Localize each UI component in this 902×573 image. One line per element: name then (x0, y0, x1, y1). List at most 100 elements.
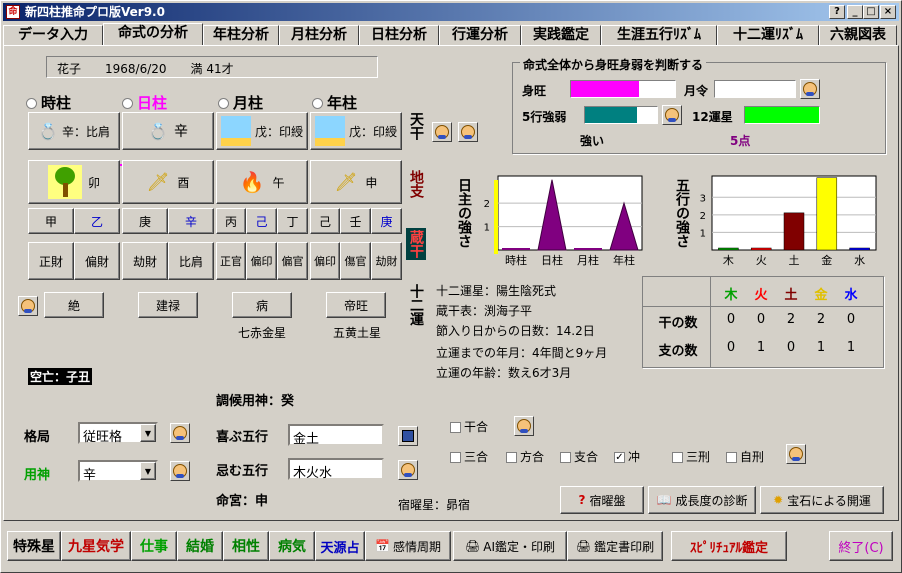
kibi-field[interactable]: 金土 (288, 424, 384, 447)
day-stem-button[interactable]: 💍 辛 (122, 112, 214, 150)
kekkon-button[interactable]: 結婚 (177, 531, 223, 561)
hour-pillar-header[interactable]: 時柱 (26, 92, 71, 113)
shigou-checkbox[interactable]: 支合 (560, 448, 598, 465)
kangou-checkbox[interactable]: 干合 (450, 418, 488, 435)
exit-button[interactable]: 終了(C) (829, 531, 893, 561)
chevron-down-icon[interactable]: ▼ (140, 424, 156, 442)
hour-branch-button[interactable]: 卯 (28, 160, 120, 204)
person-icon-button-2[interactable] (458, 122, 478, 142)
hidden-stem-month-2[interactable]: 己 (246, 208, 277, 234)
month-stem-button[interactable]: 戊：印綬 (216, 112, 308, 150)
juniun-hour-button[interactable]: 絶 (44, 292, 104, 318)
kakkyoku-select[interactable]: 従旺格 ▼ (78, 422, 158, 445)
tab-kouun[interactable]: 行運分析 (439, 25, 521, 45)
god-year-3[interactable]: 劫財 (371, 242, 402, 280)
help-button[interactable]: ? (829, 5, 845, 19)
chuu-checkbox[interactable]: ✓ 冲 (614, 448, 640, 465)
god-hour-2[interactable]: 偏財 (74, 242, 120, 280)
youjin-select[interactable]: 辛 ▼ (78, 460, 158, 483)
person-icon-button-6[interactable] (170, 423, 190, 443)
book-icon-button[interactable] (398, 426, 418, 446)
tokushusei-button[interactable]: 特殊星 (7, 531, 61, 561)
person-icon-button-7[interactable] (170, 461, 190, 481)
person-icon-button-10[interactable] (786, 444, 806, 464)
month-branch-button[interactable]: 🔥 午 (216, 160, 308, 204)
hidden-stem-month-1[interactable]: 丙 (216, 208, 246, 234)
god-year-2[interactable]: 傷官 (340, 242, 371, 280)
chevron-down-icon[interactable]: ▼ (140, 462, 156, 480)
hidden-stem-year-1[interactable]: 己 (310, 208, 340, 234)
seichou-button[interactable]: 📖 成長度の診断 (648, 486, 756, 514)
tab-gogyou-rhythm[interactable]: 生涯五行ﾘｽﾞﾑ (601, 25, 717, 45)
person-icon-button-5[interactable] (662, 105, 682, 125)
tab-getchu[interactable]: 月柱分析 (279, 25, 359, 45)
jikei-checkbox[interactable]: 自刑 (726, 448, 764, 465)
god-month-2[interactable]: 偏印 (246, 242, 277, 280)
tab-juniun-rhythm[interactable]: 十二運ﾘｽﾞﾑ (717, 25, 819, 45)
hour-stem-button[interactable]: 💍 辛：比肩 (28, 112, 120, 150)
day-pillar-header[interactable]: 日柱 (122, 92, 167, 113)
app-icon: 命 (6, 5, 20, 19)
person-icon-button-8[interactable] (398, 460, 418, 480)
sangou-checkbox[interactable]: 三合 (450, 448, 488, 465)
kyusei-button[interactable]: 九星気学 (61, 531, 131, 561)
hougou-checkbox[interactable]: 方合 (506, 448, 544, 465)
person-icon-button-3[interactable] (18, 296, 38, 316)
year-pillar-header[interactable]: 年柱 (312, 92, 357, 113)
byouki-button[interactable]: 病気 (269, 531, 315, 561)
god-month-3[interactable]: 偏官 (277, 242, 308, 280)
sun-icon: ✹ (773, 493, 784, 507)
houseki-button[interactable]: ✹ 宝石による開運 (760, 486, 884, 514)
tab-rokushin[interactable]: 六親図表 (819, 25, 897, 45)
hidden-stem-hour-2[interactable]: 乙 (74, 208, 120, 234)
hidden-stem-hour-1[interactable]: 甲 (28, 208, 74, 234)
tab-nicchu[interactable]: 日柱分析 (359, 25, 439, 45)
close-button[interactable]: × (880, 5, 896, 19)
month-pillar-header[interactable]: 月柱 (218, 92, 263, 113)
hidden-stem-year-2[interactable]: 壬 (340, 208, 371, 234)
juniun-day-button[interactable]: 建禄 (138, 292, 198, 318)
hidden-stem-day-2[interactable]: 辛 (168, 208, 214, 234)
imu-field[interactable]: 木火水 (288, 458, 384, 481)
tab-nenchu[interactable]: 年柱分析 (203, 25, 279, 45)
god-month-1[interactable]: 正官 (216, 242, 246, 280)
hidden-stem-month-3[interactable]: 丁 (277, 208, 308, 234)
row1-fire: 0 (756, 312, 766, 327)
hidden-stem-year-3[interactable]: 庚 (371, 208, 402, 234)
juniun-label: 十二運 (408, 284, 424, 326)
god-hour-1[interactable]: 正財 (28, 242, 74, 280)
sankei-checkbox[interactable]: 三刑 (672, 448, 710, 465)
bar (750, 247, 772, 251)
juniun-month-button[interactable]: 病 (232, 292, 292, 318)
god-year-1[interactable]: 偏印 (310, 242, 340, 280)
year-stem-button[interactable]: 戊：印綬 (310, 112, 402, 150)
person-icon-button-4[interactable] (800, 79, 820, 99)
x-tick-label: 年柱 (613, 253, 635, 267)
maximize-button[interactable]: □ (863, 5, 879, 19)
person-icon (803, 82, 817, 96)
kanjou-button[interactable]: 📅 感情周期 (365, 531, 451, 561)
hidden-stem-day-1[interactable]: 庚 (122, 208, 168, 234)
gogyou-chart: 1 2 3 木 火 土 金 水 (700, 175, 877, 267)
god-day-2[interactable]: 比肩 (168, 242, 214, 280)
aishou-button[interactable]: 相性 (223, 531, 269, 561)
spiritual-button[interactable]: ｽﾋﾟﾘﾁｭｱﾙ鑑定 (671, 531, 787, 561)
minimize-button[interactable]: _ (847, 5, 863, 19)
tab-jissen[interactable]: 実践鑑定 (521, 25, 601, 45)
tab-data-input[interactable]: データ入力 (3, 25, 103, 45)
tab-meishiki[interactable]: 命式の分析 (103, 23, 203, 45)
sukuyou-button[interactable]: ? 宿曜盤 (560, 486, 644, 514)
person-icon-button-9[interactable] (514, 416, 534, 436)
person-icon (789, 447, 803, 461)
juniun-year-button[interactable]: 帝旺 (326, 292, 386, 318)
kanteisho-button[interactable]: 🖨 鑑定書印刷 (567, 531, 663, 561)
tengen-button[interactable]: 天源占 (315, 531, 365, 561)
god-day-1[interactable]: 劫財 (122, 242, 168, 280)
person-icon-button[interactable] (432, 122, 452, 142)
year-branch-button[interactable]: 🗡 申 (310, 160, 402, 204)
row2-metal: 1 (816, 340, 826, 355)
tenkan-label: 天干 (408, 112, 424, 140)
shigoto-button[interactable]: 仕事 (131, 531, 177, 561)
ai-print-button[interactable]: 🖨 AI鑑定・印刷 (453, 531, 567, 561)
day-branch-button[interactable]: 🗡 酉 (122, 160, 214, 204)
